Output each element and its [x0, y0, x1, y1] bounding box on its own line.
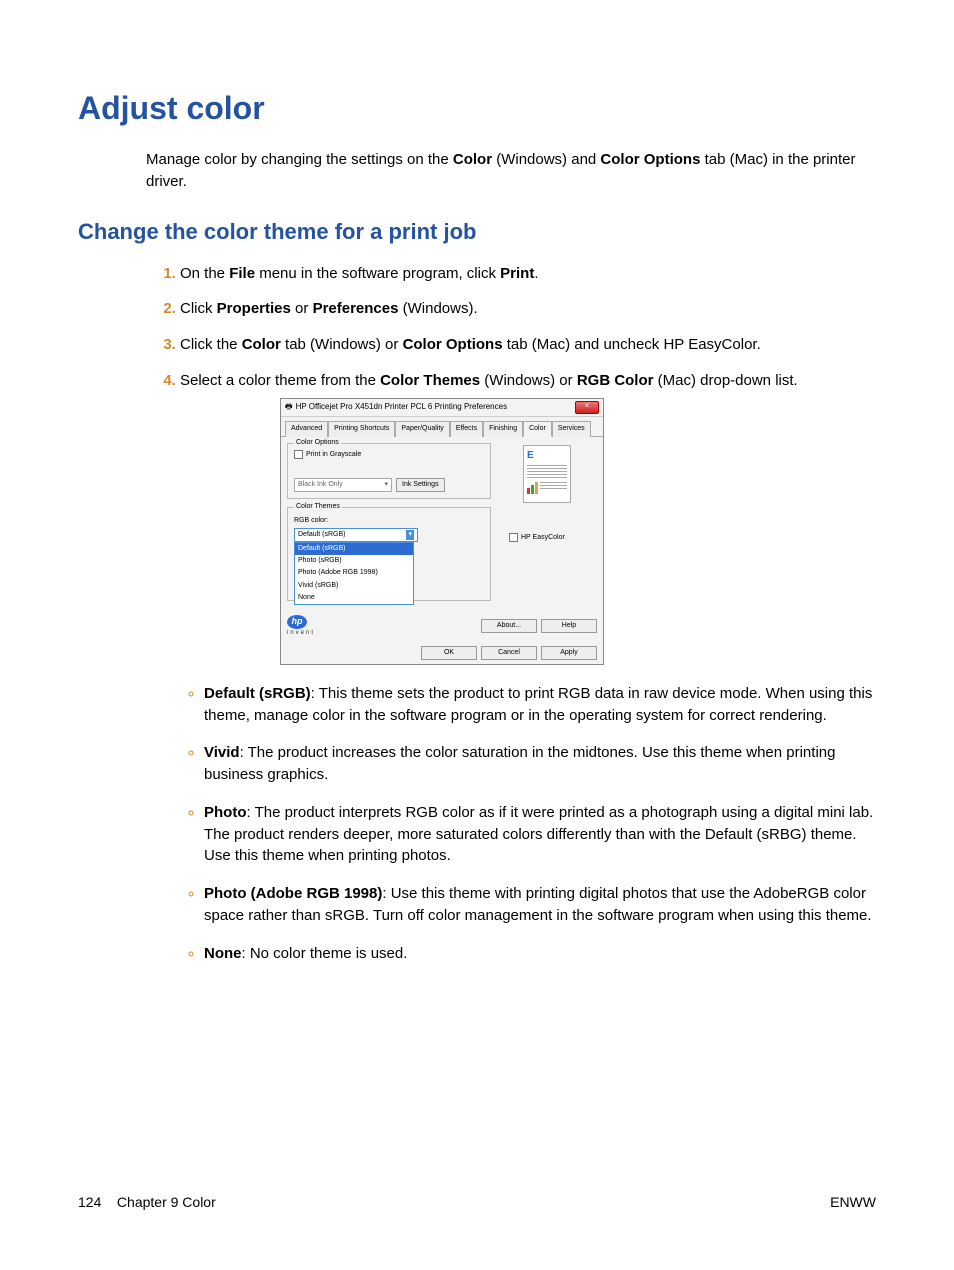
easycolor-checkbox[interactable]	[509, 533, 518, 542]
page-number: 124	[78, 1194, 101, 1210]
tab-printing-shortcuts[interactable]: Printing Shortcuts	[328, 421, 395, 437]
preview-letter: E	[527, 449, 534, 464]
section-heading: Change the color theme for a print job	[78, 219, 876, 245]
step-4: Select a color theme from the Color Them…	[180, 370, 876, 965]
theme-default: Default (sRGB): This theme sets the prod…	[204, 683, 876, 727]
tab-effects[interactable]: Effects	[450, 421, 483, 437]
text: Select a color theme from the	[180, 372, 380, 389]
chevron-down-icon: ▾	[384, 480, 388, 490]
text: (Windows) and	[492, 151, 600, 168]
text: menu in the software program, click	[255, 265, 500, 282]
apply-button[interactable]: Apply	[541, 646, 597, 660]
dropdown-option[interactable]: None	[295, 592, 413, 604]
ink-combo[interactable]: Black Ink Only ▾	[294, 478, 392, 492]
color-themes-group: Color Themes RGB color: Default (sRGB) ▾…	[287, 507, 491, 601]
close-button[interactable]: ×	[575, 401, 599, 414]
grayscale-checkbox[interactable]	[294, 450, 303, 459]
text: (Mac) drop-down list.	[653, 372, 797, 389]
theme-none: None: No color theme is used.	[204, 943, 876, 965]
page-heading: Adjust color	[78, 90, 876, 127]
page-preview: E	[523, 445, 571, 503]
theme-descriptions: Default (sRGB): This theme sets the prod…	[180, 683, 876, 965]
printer-icon: 🖶	[285, 401, 293, 413]
text: Manage color by changing the settings on…	[146, 151, 453, 168]
hp-logo-icon: hp	[287, 615, 307, 629]
bold: Color	[242, 336, 281, 353]
bold: Photo	[204, 804, 247, 821]
theme-photo: Photo: The product interprets RGB color …	[204, 802, 876, 867]
theme-vivid: Vivid: The product increases the color s…	[204, 742, 876, 786]
theme-photo-adobe: Photo (Adobe RGB 1998): Use this theme w…	[204, 883, 876, 927]
dropdown-option[interactable]: Default (sRGB)	[295, 543, 413, 555]
rgb-color-dropdown[interactable]: Default (sRGB) ▾	[294, 528, 418, 542]
printing-preferences-dialog: 🖶 HP Officejet Pro X451dn Printer PCL 6 …	[280, 398, 604, 665]
text: .	[534, 265, 538, 282]
bold: File	[229, 265, 255, 282]
intro-paragraph: Manage color by changing the settings on…	[146, 149, 876, 193]
bold: Preferences	[313, 300, 399, 317]
chapter-label: Chapter 9 Color	[117, 1194, 216, 1210]
cancel-button[interactable]: Cancel	[481, 646, 537, 660]
rgb-color-label: RGB color:	[294, 516, 484, 526]
text: Click the	[180, 336, 242, 353]
text: : The product increases the color satura…	[204, 744, 835, 783]
ok-button[interactable]: OK	[421, 646, 477, 660]
text: tab (Mac) and uncheck HP EasyColor.	[503, 336, 761, 353]
bold: Color Options	[403, 336, 503, 353]
text: On the	[180, 265, 229, 282]
footer-right: ENWW	[830, 1194, 876, 1210]
tab-finishing[interactable]: Finishing	[483, 421, 523, 437]
tab-advanced[interactable]: Advanced	[285, 421, 328, 437]
dropdown-value: Default (sRGB)	[298, 530, 345, 540]
grayscale-label: Print in Grayscale	[306, 450, 361, 460]
tab-color[interactable]: Color	[523, 421, 552, 437]
step-2: Click Properties or Preferences (Windows…	[180, 298, 876, 320]
bold: Default (sRGB)	[204, 685, 311, 702]
bold: None	[204, 945, 242, 962]
tab-bar: Advanced Printing Shortcuts Paper/Qualit…	[281, 417, 603, 437]
about-button[interactable]: About...	[481, 619, 537, 633]
chevron-down-icon: ▾	[406, 530, 414, 540]
text: (Windows).	[398, 300, 477, 317]
text: or	[291, 300, 313, 317]
steps-list: On the File menu in the software program…	[146, 263, 876, 965]
step-3: Click the Color tab (Windows) or Color O…	[180, 334, 876, 356]
text: tab (Windows) or	[281, 336, 403, 353]
dialog-title-text: HP Officejet Pro X451dn Printer PCL 6 Pr…	[296, 401, 508, 413]
tab-services[interactable]: Services	[552, 421, 591, 437]
dialog-titlebar: 🖶 HP Officejet Pro X451dn Printer PCL 6 …	[281, 399, 603, 417]
step-1: On the File menu in the software program…	[180, 263, 876, 285]
ink-combo-value: Black Ink Only	[298, 480, 343, 490]
group-title: Color Options	[294, 438, 341, 448]
text: : The product interprets RGB color as if…	[204, 804, 873, 865]
page-footer: 124 Chapter 9 Color ENWW	[78, 1194, 876, 1210]
bold: Color	[453, 151, 492, 168]
tab-paper-quality[interactable]: Paper/Quality	[395, 421, 449, 437]
text: (Windows) or	[480, 372, 577, 389]
dropdown-option[interactable]: Photo (sRGB)	[295, 555, 413, 567]
hp-invent-text: invent	[287, 629, 315, 638]
color-options-group: Color Options Print in Grayscale Black I…	[287, 443, 491, 499]
rgb-color-dropdown-list: Default (sRGB) Photo (sRGB) Photo (Adobe…	[294, 542, 414, 605]
bold: RGB Color	[577, 372, 654, 389]
help-button[interactable]: Help	[541, 619, 597, 633]
bold: Print	[500, 265, 534, 282]
bold: Photo (Adobe RGB 1998)	[204, 885, 382, 902]
text: : No color theme is used.	[242, 945, 408, 962]
bold: Color Themes	[380, 372, 480, 389]
bold: Properties	[217, 300, 291, 317]
dropdown-option[interactable]: Photo (Adobe RGB 1998)	[295, 567, 413, 579]
bold: Vivid	[204, 744, 240, 761]
easycolor-label: HP EasyColor	[521, 533, 565, 543]
ink-settings-button[interactable]: Ink Settings	[396, 478, 445, 492]
group-title: Color Themes	[294, 502, 342, 512]
dialog-title: 🖶 HP Officejet Pro X451dn Printer PCL 6 …	[285, 401, 507, 413]
text: Click	[180, 300, 217, 317]
dropdown-option[interactable]: Vivid (sRGB)	[295, 580, 413, 592]
bold: Color Options	[600, 151, 700, 168]
